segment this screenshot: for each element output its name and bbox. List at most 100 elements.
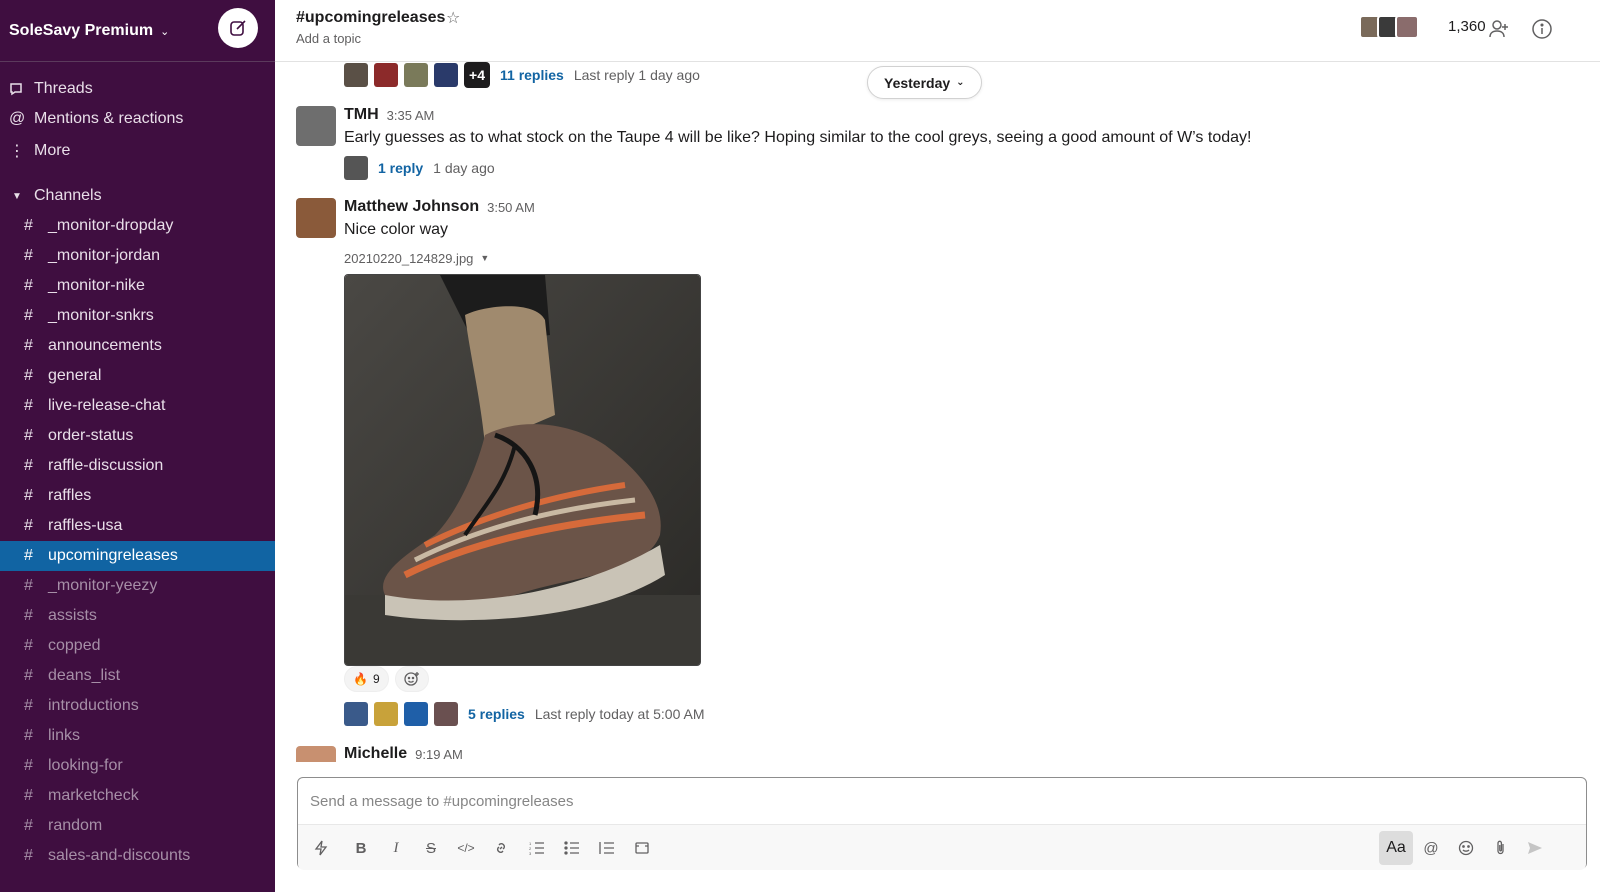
member-avatars[interactable] (1359, 15, 1419, 39)
compose-button[interactable] (218, 8, 258, 48)
formatting-toggle-button[interactable]: Aa (1379, 831, 1413, 865)
caret-down-icon[interactable]: ▼ (480, 253, 489, 263)
add-member-icon[interactable] (1485, 15, 1513, 43)
channel-item[interactable]: # deans_list (0, 661, 275, 691)
strikethrough-icon[interactable]: S (418, 835, 444, 861)
send-icon[interactable] (1522, 835, 1548, 861)
message-timestamp[interactable]: 3:35 AM (387, 108, 435, 123)
star-icon[interactable]: ☆ (446, 8, 460, 28)
message-timestamp[interactable]: 9:19 AM (415, 747, 463, 762)
channel-name: links (48, 727, 81, 744)
file-header[interactable]: 20210220_124829.jpg ▼ (344, 248, 489, 268)
channel-item[interactable]: # general (0, 361, 275, 391)
channel-item[interactable]: # links (0, 721, 275, 751)
channel-item[interactable]: # upcomingreleases (0, 541, 275, 571)
last-reply-text: Last reply today at 5:00 AM (534, 706, 705, 722)
channel-name: announcements (48, 337, 162, 354)
hash-icon: # (24, 847, 33, 864)
hash-icon: # (24, 277, 33, 294)
channel-item[interactable]: # assists (0, 601, 275, 631)
member-count[interactable]: 1,360 (1448, 18, 1486, 35)
channel-item[interactable]: # order-status (0, 421, 275, 451)
channel-item[interactable]: # looking-for (0, 751, 275, 781)
channel-item[interactable]: # _monitor-snkrs (0, 301, 275, 331)
thread-summary[interactable]: 1 reply 1 day ago (344, 155, 495, 181)
chevron-down-icon[interactable]: ⌄ (160, 25, 169, 38)
replies-link[interactable]: 5 replies (468, 706, 525, 722)
emoji-icon[interactable] (1453, 835, 1479, 861)
italic-icon[interactable]: I (383, 835, 409, 861)
thread-summary[interactable]: 5 replies Last reply today at 5:00 AM (344, 701, 704, 727)
add-reaction-button[interactable] (394, 666, 429, 692)
sender-name[interactable]: Matthew Johnson (344, 198, 479, 216)
bulleted-list-icon[interactable] (559, 835, 585, 861)
message-timestamp[interactable]: 3:50 AM (487, 200, 535, 215)
channel-name: _monitor-snkrs (48, 307, 154, 324)
channel-item[interactable]: # live-release-chat (0, 391, 275, 421)
channel-item[interactable]: # announcements (0, 331, 275, 361)
date-label: Yesterday (884, 74, 951, 91)
file-name[interactable]: 20210220_124829.jpg (344, 251, 473, 266)
channel-item[interactable]: # marketcheck (0, 781, 275, 811)
channel-name: deans_list (48, 667, 121, 684)
channel-name: marketcheck (48, 787, 139, 804)
code-icon[interactable]: </> (453, 835, 479, 861)
channel-item[interactable]: # raffles-usa (0, 511, 275, 541)
avatar[interactable] (296, 198, 336, 238)
sender-name[interactable]: TMH (344, 106, 379, 124)
avatar[interactable] (296, 106, 336, 146)
nav-mentions[interactable]: @ Mentions & reactions (0, 104, 275, 134)
channel-item[interactable]: # sales-and-discounts (0, 841, 275, 871)
workspace-name[interactable]: SoleSavy Premium (9, 22, 153, 40)
sender-name[interactable]: Michelle (344, 745, 407, 762)
channel-name: general (48, 367, 102, 384)
channel-name: raffles (48, 487, 92, 504)
mention-icon[interactable]: @ (1418, 835, 1444, 861)
replies-link[interactable]: 1 reply (378, 160, 423, 176)
blockquote-icon[interactable] (594, 835, 620, 861)
channel-name: live-release-chat (48, 397, 166, 414)
replies-link[interactable]: 11 replies (500, 67, 564, 83)
nav-label: Threads (34, 80, 93, 97)
bold-icon[interactable]: B (348, 835, 374, 861)
channel-item[interactable]: # _monitor-yeezy (0, 571, 275, 601)
ordered-list-icon[interactable]: 123 (524, 835, 550, 861)
more-vertical-icon: ⋮ (9, 143, 25, 160)
channel-item[interactable]: # copped (0, 631, 275, 661)
channel-item[interactable]: # introductions (0, 691, 275, 721)
channel-item[interactable]: # _monitor-nike (0, 271, 275, 301)
code-block-icon[interactable] (629, 835, 655, 861)
hash-icon: # (24, 307, 33, 324)
channel-item[interactable]: # random (0, 811, 275, 841)
image-attachment[interactable] (344, 274, 701, 666)
info-icon[interactable] (1528, 15, 1556, 43)
attachment-icon[interactable] (1488, 835, 1514, 861)
hash-icon: # (24, 217, 33, 234)
message-input[interactable] (298, 778, 1586, 824)
channel-item[interactable]: # _monitor-jordan (0, 241, 275, 271)
channel-item[interactable]: # raffle-discussion (0, 451, 275, 481)
shortcuts-lightning-icon[interactable] (308, 835, 334, 861)
hash-icon: # (24, 547, 33, 564)
hash-icon: # (24, 337, 33, 354)
reaction-fire[interactable]: 🔥 9 (344, 666, 389, 692)
nav-more[interactable]: ⋮ More (0, 136, 275, 166)
avatar[interactable] (296, 746, 336, 762)
channels-section-header[interactable]: ▼ Channels (0, 181, 275, 211)
channel-name: raffles-usa (48, 517, 123, 534)
caret-down-icon[interactable]: ▼ (0, 191, 34, 202)
avatar (374, 702, 398, 726)
extra-repliers-badge[interactable]: +4 (464, 62, 490, 88)
channel-item[interactable]: # raffles (0, 481, 275, 511)
channel-item[interactable]: # _monitor-dropday (0, 211, 275, 241)
channel-header: #upcomingreleases ☆ Add a topic 1,360 (275, 0, 1600, 62)
channel-name: random (48, 817, 103, 834)
nav-threads[interactable]: Threads (0, 74, 275, 104)
channel-title[interactable]: #upcomingreleases (296, 9, 445, 27)
channel-name: introductions (48, 697, 139, 714)
date-divider-button[interactable]: Yesterday ⌄ (867, 66, 982, 99)
avatar (434, 63, 458, 87)
thread-summary[interactable]: +4 11 replies Last reply 1 day ago (344, 62, 700, 88)
link-icon[interactable] (488, 835, 514, 861)
add-topic-link[interactable]: Add a topic (296, 31, 361, 46)
